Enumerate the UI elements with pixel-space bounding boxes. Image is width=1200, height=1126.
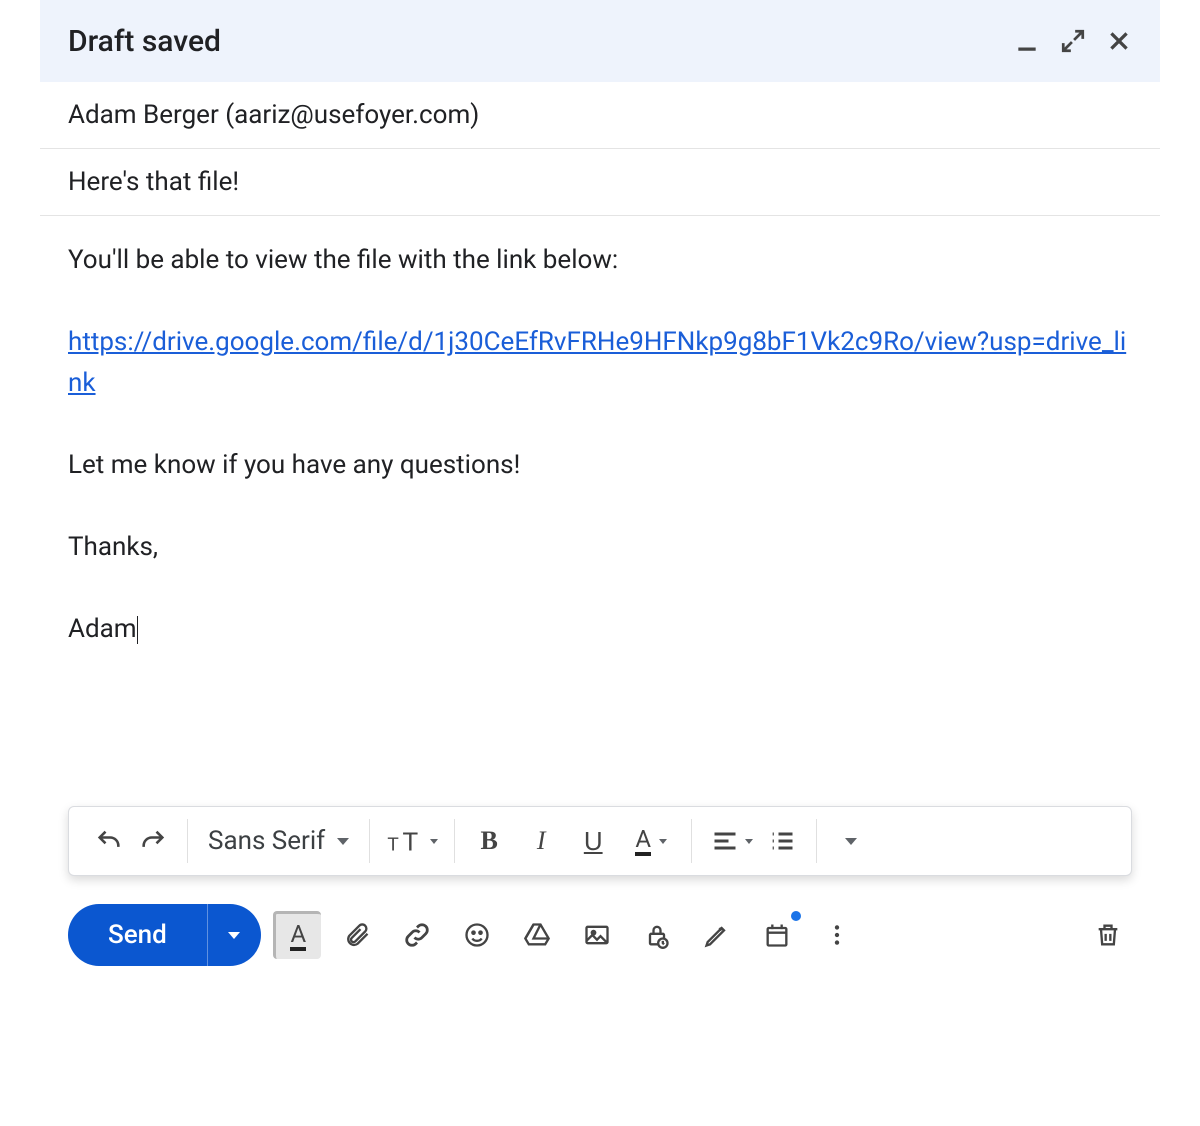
format-toolbar: Sans Serif T T B I U A [68,806,1132,876]
insert-emoji-button[interactable] [453,911,501,959]
chevron-down-icon [430,839,438,844]
send-label: Send [108,920,167,950]
more-options-button[interactable] [813,911,861,959]
attach-file-button[interactable] [333,911,381,959]
underline-button[interactable]: U [571,819,615,863]
send-button[interactable]: Send [68,904,207,966]
font-name: Sans Serif [208,826,325,856]
schedule-button[interactable] [753,911,801,959]
bold-button[interactable]: B [467,819,511,863]
subject-field[interactable]: Here's that file! [40,149,1160,216]
recipient-field[interactable]: Adam Berger (aariz@usefoyer.com) [40,82,1160,149]
body-intro: You'll be able to view the file with the… [68,240,1132,280]
send-button-group: Send [68,904,261,966]
subject-text: Here's that file! [68,167,239,197]
more-format-button[interactable] [829,819,873,863]
chevron-down-icon [845,838,857,845]
body-outro: Let me know if you have any questions! [68,445,1132,485]
chevron-down-icon [337,838,349,845]
undo-button[interactable] [87,819,131,863]
compose-header: Draft saved [40,0,1160,82]
minimize-icon[interactable] [1014,28,1040,54]
send-options-button[interactable] [207,904,261,966]
align-button[interactable] [704,819,760,863]
compose-action-bar: Send A [40,876,1160,978]
text-color-button[interactable]: A [623,819,679,863]
chevron-down-icon [659,839,667,844]
chevron-down-icon [228,932,240,939]
redo-button[interactable] [131,819,175,863]
close-icon[interactable] [1106,28,1132,54]
font-size-button[interactable]: T T [382,819,442,863]
body-link[interactable]: https://drive.google.com/file/d/1j30CeEf… [68,327,1126,397]
text-cursor [137,616,138,645]
toggle-format-button[interactable]: A [273,911,321,959]
font-select[interactable]: Sans Serif [200,826,357,856]
recipient-text: Adam Berger (aariz@usefoyer.com) [68,100,479,130]
compose-title: Draft saved [68,24,1014,59]
discard-draft-button[interactable] [1084,911,1132,959]
insert-image-button[interactable] [573,911,621,959]
body-signoff-1: Thanks, [68,527,1132,567]
list-button[interactable] [760,819,804,863]
italic-button[interactable]: I [519,819,563,863]
insert-drive-button[interactable] [513,911,561,959]
notification-dot-icon [791,911,801,921]
chevron-down-icon [745,839,753,844]
svg-text:T: T [388,833,399,854]
insert-signature-button[interactable] [693,911,741,959]
expand-icon[interactable] [1060,28,1086,54]
svg-text:T: T [403,828,419,855]
confidential-mode-button[interactable] [633,911,681,959]
body-signoff-2: Adam [68,614,137,644]
compose-window: Draft saved Adam Berger (aariz@usefoyer.… [40,0,1160,978]
window-controls [1014,28,1132,54]
insert-link-button[interactable] [393,911,441,959]
body-editor[interactable]: You'll be able to view the file with the… [40,216,1160,776]
